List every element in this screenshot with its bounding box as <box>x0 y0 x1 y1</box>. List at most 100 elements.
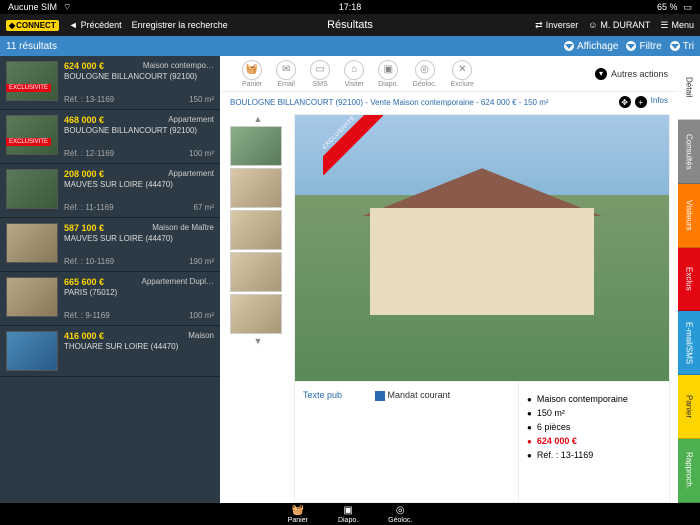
listing-item[interactable]: 208 000 €Appartement MAUVES SUR LOIRE (4… <box>0 164 220 218</box>
listing-item[interactable]: 624 000 €Maison contempo… BOULOGNE BILLA… <box>0 56 220 110</box>
side-tab[interactable]: Rapproch. <box>678 439 700 503</box>
bottom-panier[interactable]: 🧺Panier <box>288 505 308 524</box>
listing-type: Maison de Maître <box>152 223 214 232</box>
other-actions-button[interactable]: ▾Autres actions <box>595 68 668 80</box>
diapo-button[interactable]: ▣Diapo. <box>378 60 398 88</box>
property-facts: Maison contemporaine 150 m² 6 pièces 624… <box>519 382 669 502</box>
visiter-button[interactable]: ⌂Visiter <box>344 60 364 88</box>
listing-price: 416 000 € <box>64 331 104 341</box>
fact-ref: Réf. : 13-1169 <box>527 450 661 460</box>
listing-thumb <box>6 331 58 371</box>
basket-icon: 🧺 <box>242 60 262 80</box>
listing-area: 190 m² <box>189 257 214 266</box>
battery-pct: 65 % <box>657 2 678 12</box>
listing-type: Appartement <box>168 169 214 178</box>
listing-ref: Réf. : 10-1169 <box>64 257 114 266</box>
listing-location: BOULOGNE BILLANCOURT (92100) <box>64 72 214 81</box>
listing-area: 150 m² <box>189 95 214 104</box>
plus-icon[interactable]: + <box>635 96 647 108</box>
pub-label: Texte pub <box>303 390 342 400</box>
thumbnail[interactable] <box>230 168 282 208</box>
listing-location: MAUVES SUR LOIRE (44470) <box>64 234 214 243</box>
listing-area: 100 m² <box>189 311 214 320</box>
detail-header: BOULOGNE BILLANCOURT (92100) - Vente Mai… <box>230 96 668 108</box>
battery-icon: ▭ <box>683 2 692 13</box>
bottom-diapo[interactable]: ▣Diapo. <box>338 505 358 524</box>
listing-item[interactable]: 665 600 €Appartement Dupl… PARIS (75012)… <box>0 272 220 326</box>
listing-location: MAUVES SUR LOIRE (44470) <box>64 180 214 189</box>
bottom-geoloc[interactable]: ◎Géoloc. <box>388 505 412 524</box>
filter-bar: 11 résultats Affichage Filtre Tri <box>0 36 700 56</box>
wifi-icon: ⌔ <box>63 2 71 13</box>
listing-type: Appartement Dupl… <box>142 277 214 286</box>
geoloc-button[interactable]: ◎Géoloc. <box>412 60 436 88</box>
save-search-button[interactable]: Enregistrer la recherche <box>132 20 228 30</box>
infos-label: Infos <box>651 96 668 108</box>
pub-text-area: Texte pub Mandat courant <box>295 382 519 502</box>
sms-button[interactable]: ▭SMS <box>310 60 330 88</box>
user-menu[interactable]: ☺ M. DURANT <box>588 20 650 30</box>
location-icon: ◎ <box>415 60 435 80</box>
filter-toggle[interactable]: Filtre <box>626 41 661 52</box>
target-icon[interactable]: ✥ <box>619 96 631 108</box>
side-tab[interactable]: Visiteurs <box>678 184 700 248</box>
exclure-button[interactable]: ✕Exclure <box>451 60 474 88</box>
listing-price: 624 000 € <box>64 61 104 71</box>
app-logo[interactable]: CONNECT <box>6 20 59 31</box>
action-bar: 🧺Panier ✉Email ▭SMS ⌂Visiter ▣Diapo. ◎Gé… <box>220 56 678 92</box>
side-tab[interactable]: Détail <box>678 56 700 120</box>
thumb-up-button[interactable]: ▲ <box>230 114 286 124</box>
results-list[interactable]: 624 000 €Maison contempo… BOULOGNE BILLA… <box>0 56 220 503</box>
panier-button[interactable]: 🧺Panier <box>242 60 262 88</box>
side-tab[interactable]: Exclus <box>678 248 700 312</box>
bottom-bar: 🧺Panier ▣Diapo. ◎Géoloc. <box>0 503 700 525</box>
listing-thumb <box>6 61 58 101</box>
listing-item[interactable]: 587 100 €Maison de Maître MAUVES SUR LOI… <box>0 218 220 272</box>
side-tab[interactable]: Consultés <box>678 120 700 184</box>
listing-ref: Réf. : 11-1169 <box>64 203 114 212</box>
slideshow-icon: ▣ <box>343 505 352 516</box>
display-toggle[interactable]: Affichage <box>564 41 619 52</box>
exclusivite-badge: EXCLUSIVITE <box>6 84 51 92</box>
side-tab[interactable]: Panier <box>678 375 700 439</box>
listing-item[interactable]: 416 000 €Maison THOUARE SUR LOIRE (44470… <box>0 326 220 377</box>
mandat-label: Mandat courant <box>375 390 451 400</box>
listing-location: THOUARE SUR LOIRE (44470) <box>64 342 214 351</box>
fact-area: 150 m² <box>527 408 661 418</box>
listing-ref: Réf. : 13-1169 <box>64 95 114 104</box>
fact-rooms: 6 pièces <box>527 422 661 432</box>
thumbnail[interactable] <box>230 210 282 250</box>
sms-icon: ▭ <box>310 60 330 80</box>
side-tab[interactable]: E-mail/SMS <box>678 311 700 375</box>
invert-button[interactable]: ⇄ Inverser <box>535 20 578 31</box>
fact-type: Maison contemporaine <box>527 394 661 404</box>
sim-status: Aucune SIM <box>8 2 57 12</box>
listing-thumb <box>6 277 58 317</box>
thumbnail[interactable] <box>230 252 282 292</box>
back-button[interactable]: ◄ Précédent <box>69 20 122 30</box>
listing-item[interactable]: 468 000 €Appartement BOULOGNE BILLANCOUR… <box>0 110 220 164</box>
menu-button[interactable]: ☰ Menu <box>660 20 694 31</box>
exclusivite-ribbon: EXCLUSIVITE <box>323 115 383 175</box>
main-photo[interactable]: EXCLUSIVITE <box>295 115 669 381</box>
detail-pane: 🧺Panier ✉Email ▭SMS ⌂Visiter ▣Diapo. ◎Gé… <box>220 56 700 503</box>
thumbnail-strip: ▲ ▼ <box>230 114 286 503</box>
basket-icon: 🧺 <box>292 505 304 516</box>
listing-thumb <box>6 169 58 209</box>
thumb-down-button[interactable]: ▼ <box>230 336 286 346</box>
chevron-down-icon: ▾ <box>595 68 607 80</box>
fact-price: 624 000 € <box>527 436 661 446</box>
email-button[interactable]: ✉Email <box>276 60 296 88</box>
page-title: Résultats <box>327 19 373 31</box>
top-nav: CONNECT ◄ Précédent Enregistrer la reche… <box>0 14 700 36</box>
thumbnail[interactable] <box>230 294 282 334</box>
email-icon: ✉ <box>276 60 296 80</box>
listing-area: 100 m² <box>189 149 214 158</box>
listing-thumb <box>6 115 58 155</box>
thumbnail[interactable] <box>230 126 282 166</box>
sort-toggle[interactable]: Tri <box>670 41 694 52</box>
visit-icon: ⌂ <box>344 60 364 80</box>
status-bar: Aucune SIM⌔ 17:18 65 %▭ <box>0 0 700 14</box>
listing-price: 665 600 € <box>64 277 104 287</box>
listing-area: 67 m² <box>194 203 214 212</box>
